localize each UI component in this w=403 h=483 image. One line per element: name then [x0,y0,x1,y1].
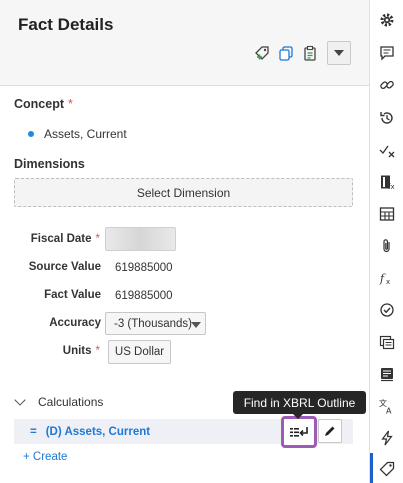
copy-icon[interactable] [277,44,295,62]
caret-down-icon [334,50,344,56]
required-marker: * [95,233,100,245]
calculations-toggle[interactable]: Calculations [14,394,104,409]
tag-icon[interactable] [378,460,396,478]
history-icon[interactable] [378,109,396,127]
concept-value: Assets, Current [44,127,127,141]
header-toolbar [253,41,351,65]
link-icon[interactable] [378,76,396,94]
fx-icon[interactable]: fx [378,269,396,287]
note-stack-icon[interactable] [378,365,396,383]
fiscal-date-field[interactable] [105,227,176,251]
fact-value-label: Fact Value [44,289,101,301]
panel-header: Fact Details [0,0,369,86]
check-circle-icon[interactable] [378,301,396,319]
svg-text:f: f [379,272,386,285]
concept-heading: Concept * [14,97,73,111]
more-options-button[interactable] [327,41,351,65]
select-dimension-button[interactable]: Select Dimension [14,178,353,207]
equals-sign: = [30,425,37,438]
create-calculation-link[interactable]: + Create [23,451,67,463]
concept-label: Concept [14,97,64,111]
gear-icon[interactable] [378,11,396,29]
dimensions-heading: Dimensions [14,157,85,171]
find-in-outline-button[interactable] [281,416,317,448]
concept-item[interactable]: Assets, Current [28,127,127,141]
check-x-icon[interactable] [378,141,396,159]
required-marker: * [95,345,100,357]
notes-icon[interactable] [378,333,396,351]
accuracy-select[interactable]: -3 (Thousands) [105,312,206,335]
fiscal-date-label-text: Fiscal Date [30,233,92,245]
table-icon[interactable] [378,205,396,223]
calculations-label: Calculations [38,395,104,409]
fact-details-panel: Fact Details Concept * Assets, Current Di… [0,0,369,483]
units-label: Units * [10,345,100,357]
edit-calculation-button[interactable] [318,419,342,443]
units-button[interactable]: US Dollar [108,340,171,364]
source-value-label: Source Value [28,261,101,273]
units-label-text: Units [62,345,92,357]
right-icon-rail: fx fx 文A [369,0,403,483]
pencil-icon [325,426,335,436]
fact-value: 619885000 [115,290,173,302]
clipboard-icon[interactable] [301,44,319,62]
comment-icon[interactable] [378,44,396,62]
active-rail-indicator [370,453,373,483]
chevron-down-icon [14,394,26,406]
tooltip: Find in XBRL Outline [233,391,366,419]
required-marker: * [68,97,73,111]
accuracy-label: Accuracy [49,317,101,329]
fiscal-date-label: Fiscal Date * [10,233,100,245]
bolt-icon[interactable] [378,429,396,447]
accuracy-value: -3 (Thousands) [114,317,192,330]
outline-locate-icon [290,427,308,437]
source-value: 619885000 [115,262,173,274]
svg-text:fx: fx [388,183,395,190]
calculation-label[interactable]: (D) Assets, Current [46,426,150,438]
bullet-dot-icon [28,131,34,137]
caret-down-icon [191,322,201,328]
add-tag-icon[interactable] [253,44,271,62]
svg-text:x: x [386,278,390,286]
attachment-icon[interactable] [378,237,396,255]
panel-title: Fact Details [18,15,114,34]
translate-icon[interactable]: 文A [378,397,396,415]
formula-book-icon[interactable]: fx [378,173,396,191]
svg-text:A: A [386,407,392,415]
